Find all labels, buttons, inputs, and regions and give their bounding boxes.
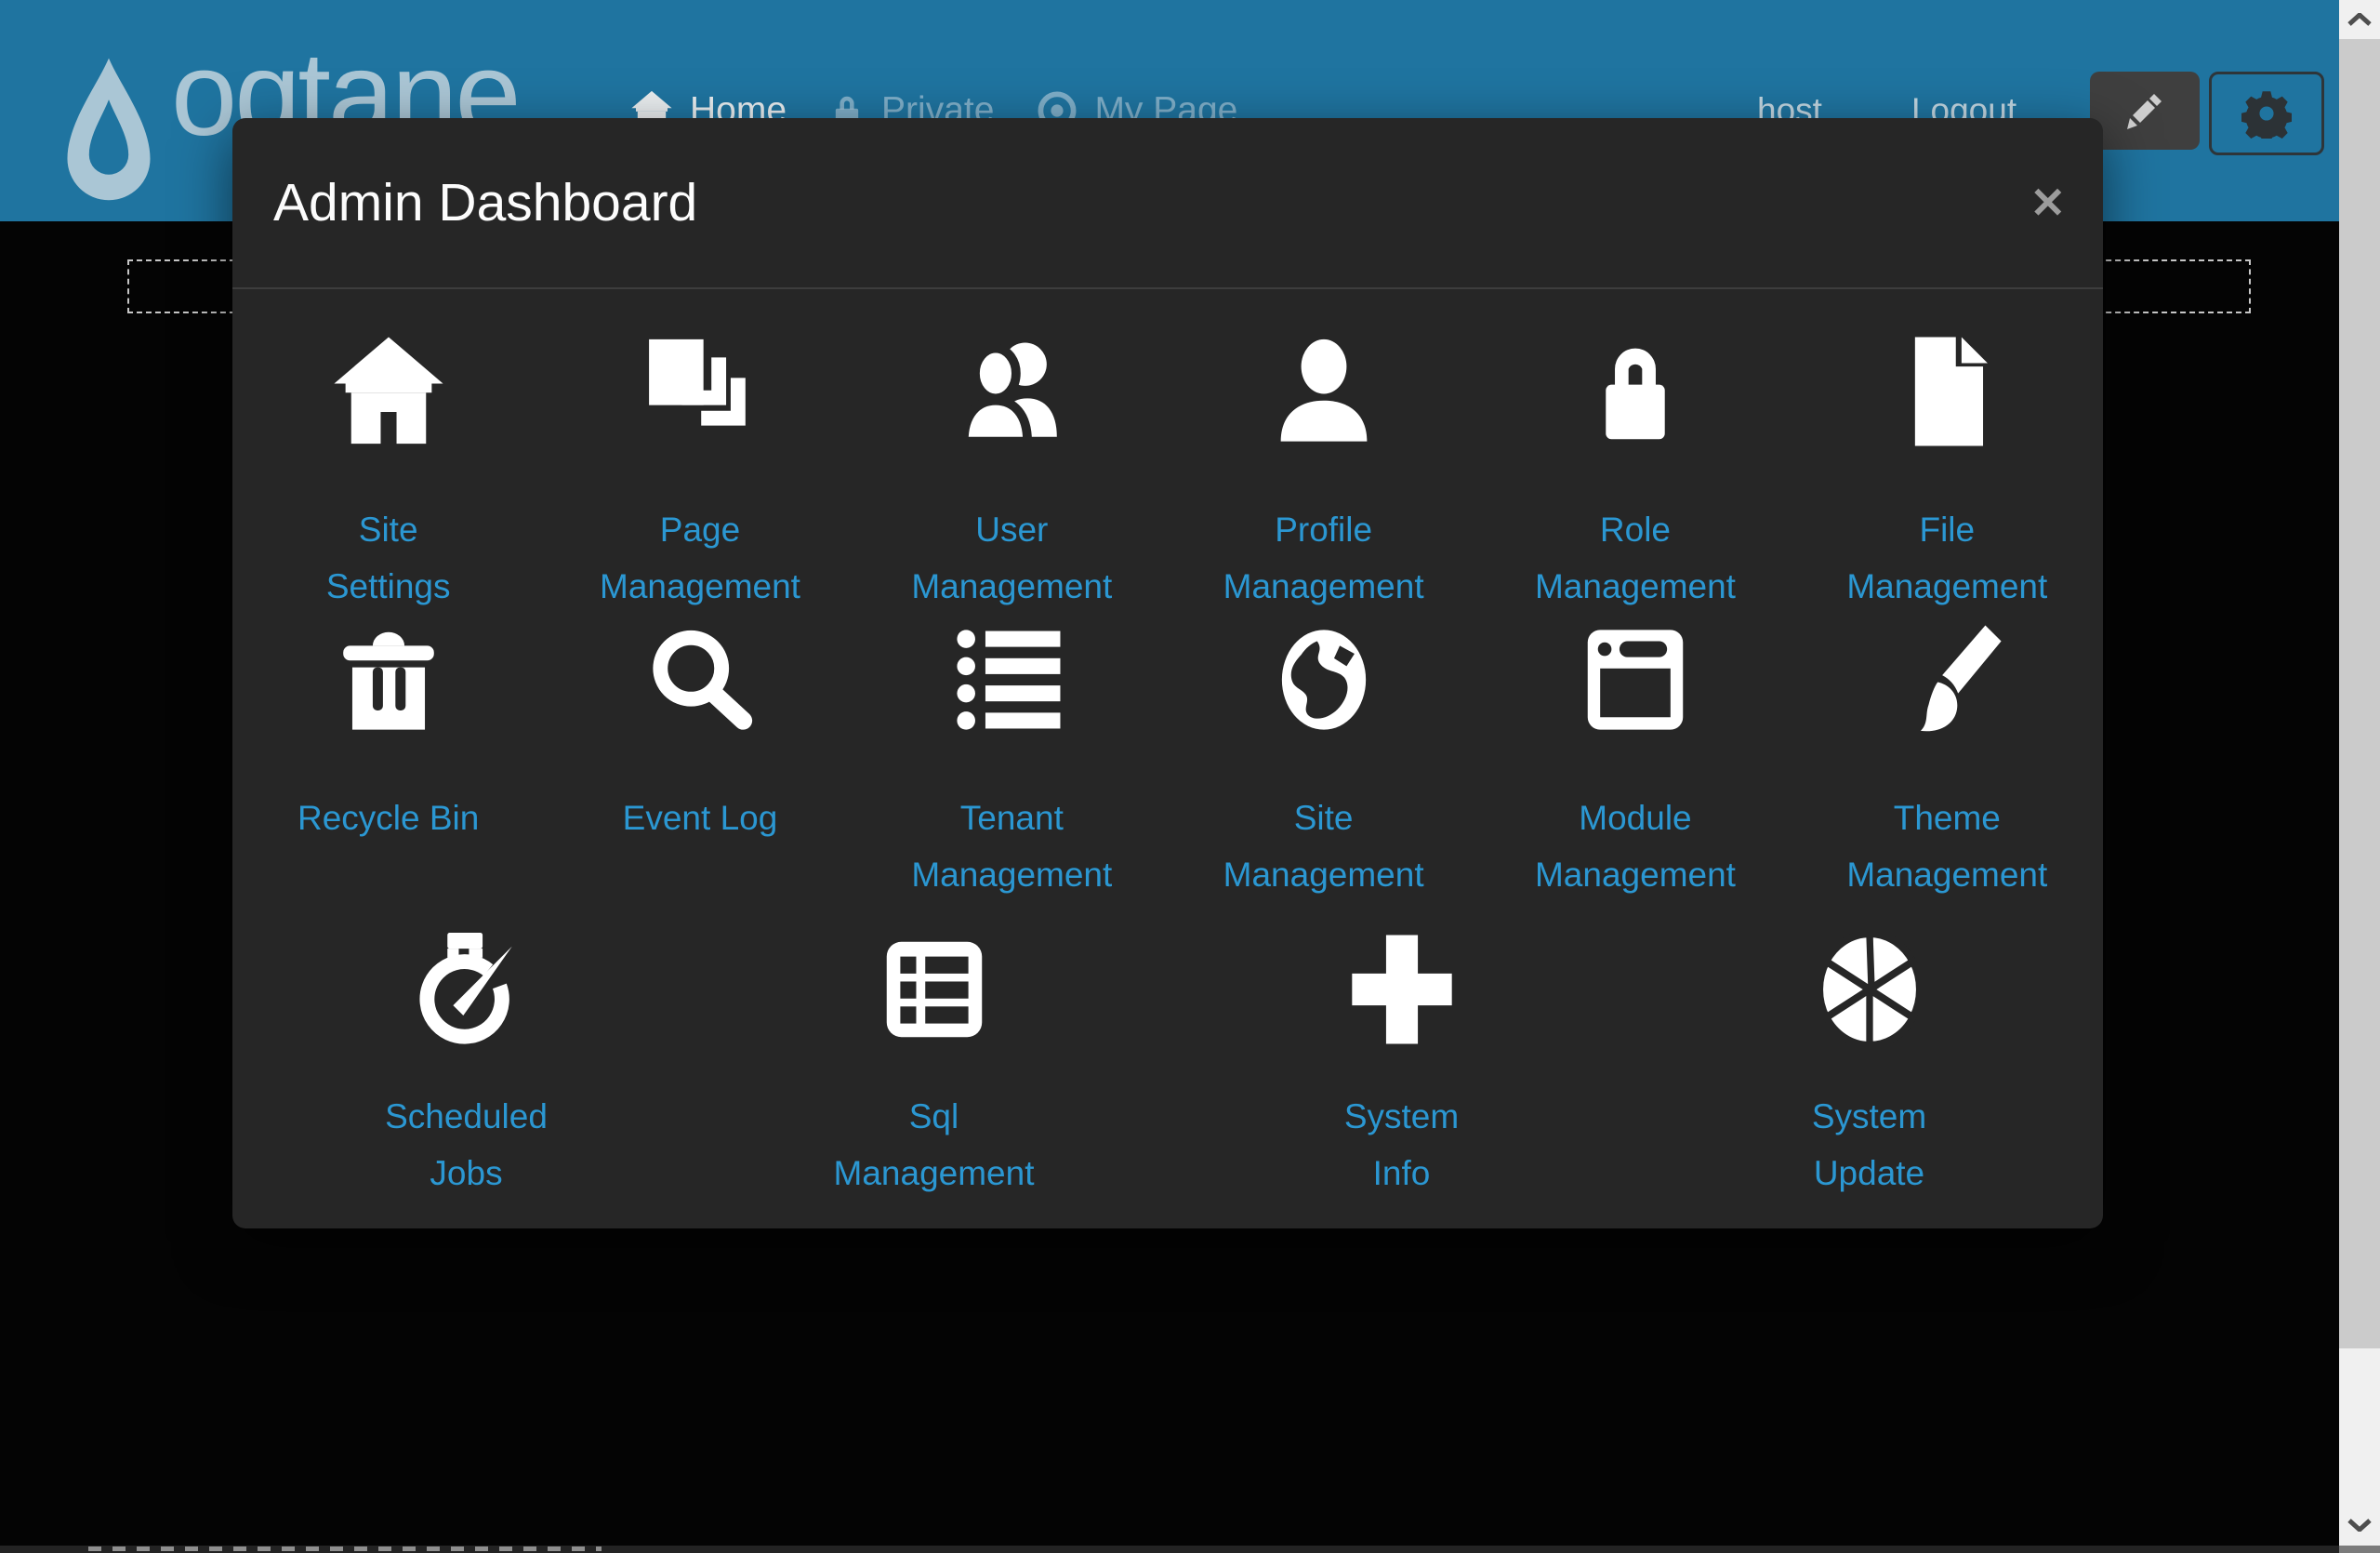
tile-label: SqlManagement xyxy=(834,1088,1035,1201)
tile-profile-management[interactable]: ProfileManagement xyxy=(1168,330,1479,615)
logo-drop-icon xyxy=(60,56,158,205)
bottom-pane-dashed-border xyxy=(88,1546,602,1551)
trash-icon xyxy=(332,618,445,741)
plus-icon xyxy=(1345,928,1459,1051)
tile-label: ModuleManagement xyxy=(1535,790,1736,903)
tile-label: Recycle Bin xyxy=(298,790,479,846)
tile-role-management[interactable]: RoleManagement xyxy=(1479,330,1791,615)
users-icon xyxy=(955,330,1068,453)
tile-sql-management[interactable]: SqlManagement xyxy=(700,928,1168,1201)
admin-dashboard-modal: Admin Dashboard ✕ SiteSettings PageManage… xyxy=(232,118,2103,1228)
shutter-icon xyxy=(1813,928,1926,1051)
tile-label: RoleManagement xyxy=(1535,501,1736,615)
tile-label: PageManagement xyxy=(600,501,800,615)
chevron-up-icon xyxy=(2347,13,2372,26)
tile-user-management[interactable]: UserManagement xyxy=(856,330,1168,615)
vertical-scrollbar xyxy=(2339,0,2380,1553)
tile-site-management[interactable]: SiteManagement xyxy=(1168,618,1479,903)
tile-label: Event Log xyxy=(623,790,778,846)
scrollbar-thumb[interactable] xyxy=(2339,39,2380,1348)
edit-mode-button[interactable] xyxy=(2090,72,2200,150)
timer-icon xyxy=(410,928,523,1051)
user-icon xyxy=(1267,330,1381,453)
table-icon xyxy=(878,928,991,1051)
list-icon xyxy=(955,618,1068,741)
module-icon xyxy=(1579,618,1692,741)
tile-label: SiteSettings xyxy=(326,501,451,615)
modal-header: Admin Dashboard ✕ xyxy=(232,118,2103,289)
scrollbar-footer xyxy=(2339,1546,2380,1553)
tile-label: SiteManagement xyxy=(1223,790,1424,903)
modal-title: Admin Dashboard xyxy=(273,172,697,233)
home-icon xyxy=(332,330,445,453)
dashboard-row: SiteSettings PageManagement UserManagement… xyxy=(232,330,2103,615)
chevron-down-icon xyxy=(2347,1519,2372,1532)
brush-icon xyxy=(1890,618,2003,741)
pencil-icon xyxy=(2122,87,2168,134)
globe-icon xyxy=(1267,618,1381,741)
pages-icon xyxy=(643,330,757,453)
search-icon xyxy=(643,618,757,741)
scrollbar-down-button[interactable] xyxy=(2339,1505,2380,1546)
oqtane-admin-page: oqtane Home Private xyxy=(0,0,2380,1553)
tile-label: TenantManagement xyxy=(911,790,1112,903)
gear-icon xyxy=(2241,88,2292,139)
close-icon[interactable]: ✕ xyxy=(2030,181,2066,224)
lock-icon xyxy=(1579,330,1692,453)
tile-recycle-bin[interactable]: Recycle Bin xyxy=(232,618,544,903)
tile-module-management[interactable]: ModuleManagement xyxy=(1479,618,1791,903)
tile-tenant-management[interactable]: TenantManagement xyxy=(856,618,1168,903)
tile-label: UserManagement xyxy=(911,501,1112,615)
dashboard-row: ScheduledJobs SqlManagement SystemInfo Syst… xyxy=(232,928,2103,1201)
tile-label: FileManagement xyxy=(1846,501,2047,615)
tile-event-log[interactable]: Event Log xyxy=(544,618,855,903)
tile-system-info[interactable]: SystemInfo xyxy=(1168,928,1635,1201)
tile-label: ScheduledJobs xyxy=(385,1088,548,1201)
tile-label: SystemInfo xyxy=(1344,1088,1459,1201)
dashboard-row: Recycle Bin Event Log TenantManagement Site… xyxy=(232,618,2103,903)
tile-scheduled-jobs[interactable]: ScheduledJobs xyxy=(232,928,700,1201)
tile-page-management[interactable]: PageManagement xyxy=(544,330,855,615)
tile-label: SystemUpdate xyxy=(1812,1088,1926,1201)
scrollbar-up-button[interactable] xyxy=(2339,0,2380,39)
tile-file-management[interactable]: FileManagement xyxy=(1792,330,2103,615)
tile-label: ThemeManagement xyxy=(1846,790,2047,903)
settings-button[interactable] xyxy=(2209,72,2324,155)
tile-site-settings[interactable]: SiteSettings xyxy=(232,330,544,615)
tile-theme-management[interactable]: ThemeManagement xyxy=(1792,618,2103,903)
file-icon xyxy=(1890,330,2003,453)
tile-system-update[interactable]: SystemUpdate xyxy=(1635,928,2103,1201)
tile-label: ProfileManagement xyxy=(1223,501,1424,615)
